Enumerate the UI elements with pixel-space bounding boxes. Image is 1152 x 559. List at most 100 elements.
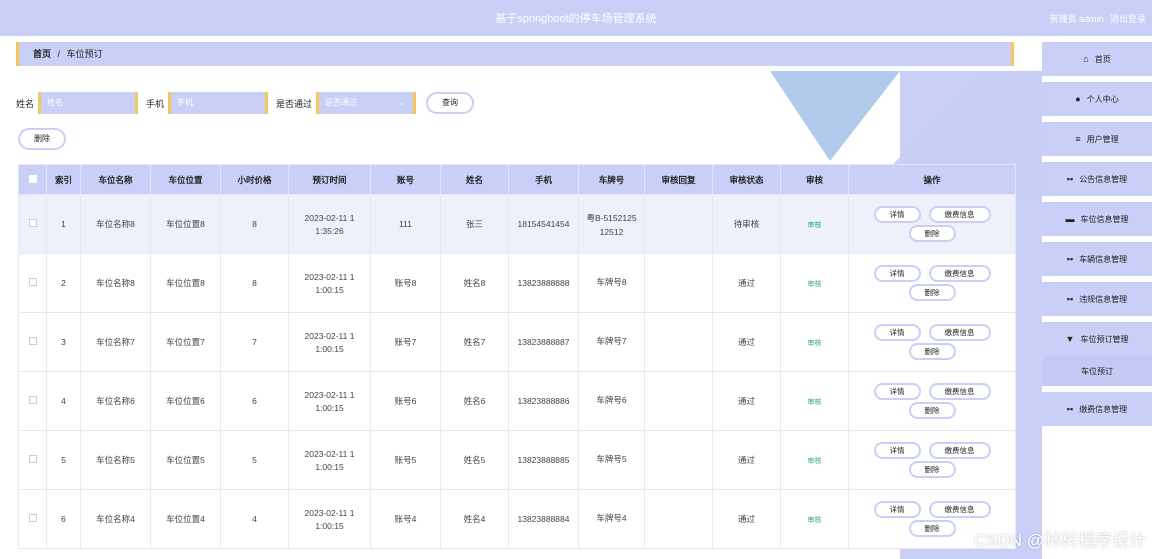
col-header: 手机 — [508, 164, 579, 195]
detail-button[interactable]: 详情 — [873, 383, 921, 400]
sidebar-item-label: 用户管理 — [1086, 134, 1119, 144]
payment-info-button[interactable]: 缴费信息 — [928, 442, 991, 459]
detail-button[interactable]: 详情 — [873, 265, 921, 282]
row-delete-button[interactable]: 删除 — [908, 461, 956, 478]
cell-spot-name: 车位名称8 — [80, 194, 151, 254]
grid-icon: ▪▪ — [1066, 294, 1074, 304]
detail-button[interactable]: 详情 — [873, 206, 921, 223]
col-header: 操作 — [848, 164, 1016, 195]
cell-audit-status: 通过 — [712, 430, 781, 490]
cell-hourly-price: 7 — [220, 312, 289, 372]
cell-audit: 审核 — [780, 253, 849, 313]
audit-link[interactable]: 审核 — [808, 222, 822, 229]
cell-account: 111 — [370, 194, 441, 254]
sidebar-item[interactable]: ⌂ 首页 — [1042, 42, 1152, 76]
name-input[interactable]: 姓名 — [38, 92, 139, 114]
cell-hourly-price: 8 — [220, 194, 289, 254]
detail-button[interactable]: 详情 — [873, 324, 921, 341]
grid-icon: ▪▪ — [1066, 404, 1074, 414]
time-line: 2023-02-11 1 — [304, 212, 355, 223]
sidebar: ⌂ 首页 ● 个人中心 ≡ 用户管理 ▪▪ 公告信息管理 ▬ 车位信息管理 ▪▪ 车辆信息管理 ▪▪ 违规… — [1042, 36, 1152, 559]
sidebar-item-label: 车辆信息管理 — [1079, 254, 1128, 264]
row-delete-button[interactable]: 删除 — [908, 402, 956, 419]
sidebar-item-label: 违规信息管理 — [1079, 294, 1128, 304]
cell-audit: 审核 — [780, 430, 849, 490]
sidebar-item[interactable]: ▪▪ 车辆信息管理 — [1042, 242, 1152, 276]
time-line: 1:35:26 — [315, 225, 344, 236]
detail-button[interactable]: 详情 — [873, 442, 921, 459]
sidebar-item-label: 缴费信息管理 — [1079, 404, 1128, 414]
col-header: 审核回复 — [644, 164, 713, 195]
time-line: 2023-02-11 1 — [304, 330, 355, 341]
payment-info-button[interactable]: 缴费信息 — [928, 383, 991, 400]
payment-info-button[interactable]: 缴费信息 — [928, 265, 991, 282]
pass-select[interactable]: 是否通过 ⌄ — [316, 92, 417, 114]
row-checkbox[interactable] — [18, 253, 47, 313]
row-checkbox[interactable] — [18, 312, 47, 372]
cell-plate: 车牌号7 — [578, 312, 645, 372]
row-delete-button[interactable]: 删除 — [908, 225, 956, 242]
sidebar-item[interactable]: ▼ 车位预订管理 — [1042, 322, 1152, 356]
chevron-down-icon: ⌄ — [398, 98, 406, 107]
row-delete-button[interactable]: 删除 — [908, 343, 956, 360]
batch-delete-button[interactable]: 删除 — [18, 128, 66, 150]
cell-reserve-time: 2023-02-11 1 1:35:26 — [288, 194, 371, 254]
name-label: 姓名 — [16, 98, 35, 109]
sidebar-item-label: 车位信息管理 — [1080, 214, 1129, 224]
row-checkbox[interactable] — [18, 371, 47, 431]
sidebar-item[interactable]: ▬ 车位信息管理 — [1042, 202, 1152, 236]
audit-link[interactable]: 审核 — [808, 517, 822, 524]
sidebar-item[interactable]: ▪▪ 缴费信息管理 — [1042, 392, 1152, 426]
detail-button[interactable]: 详情 — [873, 501, 921, 518]
cell-account: 账号5 — [370, 430, 441, 490]
cell-audit-reply — [644, 194, 713, 254]
row-checkbox[interactable] — [18, 430, 47, 490]
table-row: 5 车位名称5 车位位置5 5 2023-02-11 1 1:00:15 账号5 … — [18, 430, 1016, 490]
time-line: 1:00:15 — [315, 461, 344, 472]
audit-link[interactable]: 审核 — [808, 281, 822, 288]
phone-input[interactable]: 手机 — [168, 92, 269, 114]
audit-link[interactable]: 审核 — [808, 399, 822, 406]
breadcrumb: 首页 / 车位预订 — [16, 42, 1014, 66]
sidebar-item[interactable]: ● 个人中心 — [1042, 82, 1152, 116]
payment-info-button[interactable]: 缴费信息 — [928, 324, 991, 341]
cell-name: 姓名4 — [440, 489, 509, 549]
time-line: 1:00:15 — [315, 520, 344, 531]
time-line: 2023-02-11 1 — [304, 448, 355, 459]
payment-info-button[interactable]: 缴费信息 — [928, 501, 991, 518]
select-all-checkbox[interactable] — [18, 164, 47, 195]
plate-line: 车牌号8 — [596, 276, 627, 287]
breadcrumb-home[interactable]: 首页 — [33, 49, 51, 59]
row-delete-button[interactable]: 删除 — [908, 520, 956, 537]
row-checkbox[interactable] — [18, 489, 47, 549]
cell-spot-name: 车位名称7 — [80, 312, 151, 372]
cell-hourly-price: 8 — [220, 253, 289, 313]
cell-actions: 详情 缴费信息 删除 — [848, 253, 1016, 313]
cell-name: 姓名8 — [440, 253, 509, 313]
reservation-table: 索引 车位名称 车位位置 小时价格 预订时间 账号 姓名 手机 车牌号 审核回复… — [18, 164, 1016, 549]
row-delete-button[interactable]: 删除 — [908, 284, 956, 301]
grid-icon: ▪▪ — [1066, 254, 1074, 264]
sidebar-item[interactable]: ▪▪ 违规信息管理 — [1042, 282, 1152, 316]
time-line: 1:00:15 — [315, 343, 344, 354]
sidebar-item[interactable]: ≡ 用户管理 — [1042, 122, 1152, 156]
cell-actions: 详情 缴费信息 删除 — [848, 312, 1016, 372]
main-content: 首页 / 车位预订 姓名 姓名 手机 手机 是否通过 是否通过 ⌄ 查询 删除 … — [0, 36, 1042, 559]
query-button[interactable]: 查询 — [426, 92, 475, 114]
sidebar-item[interactable]: ▪▪ 公告信息管理 — [1042, 162, 1152, 196]
cell-audit-reply — [644, 312, 713, 372]
plate-line: 车牌号6 — [596, 394, 627, 405]
cell-spot-name: 车位名称5 — [80, 430, 151, 490]
cell-reserve-time: 2023-02-11 1 1:00:15 — [288, 253, 371, 313]
time-line: 1:00:15 — [315, 402, 344, 413]
audit-link[interactable]: 审核 — [808, 458, 822, 465]
payment-info-button[interactable]: 缴费信息 — [928, 206, 991, 223]
cell-hourly-price: 4 — [220, 489, 289, 549]
logout-link[interactable]: 退出登录 — [1110, 14, 1146, 24]
cell-audit-reply — [644, 253, 713, 313]
cell-name: 张三 — [440, 194, 509, 254]
sidebar-item[interactable]: 车位预订 — [1042, 356, 1152, 386]
home-icon: ⌂ — [1083, 54, 1089, 64]
row-checkbox[interactable] — [18, 194, 47, 254]
audit-link[interactable]: 审核 — [808, 340, 822, 347]
